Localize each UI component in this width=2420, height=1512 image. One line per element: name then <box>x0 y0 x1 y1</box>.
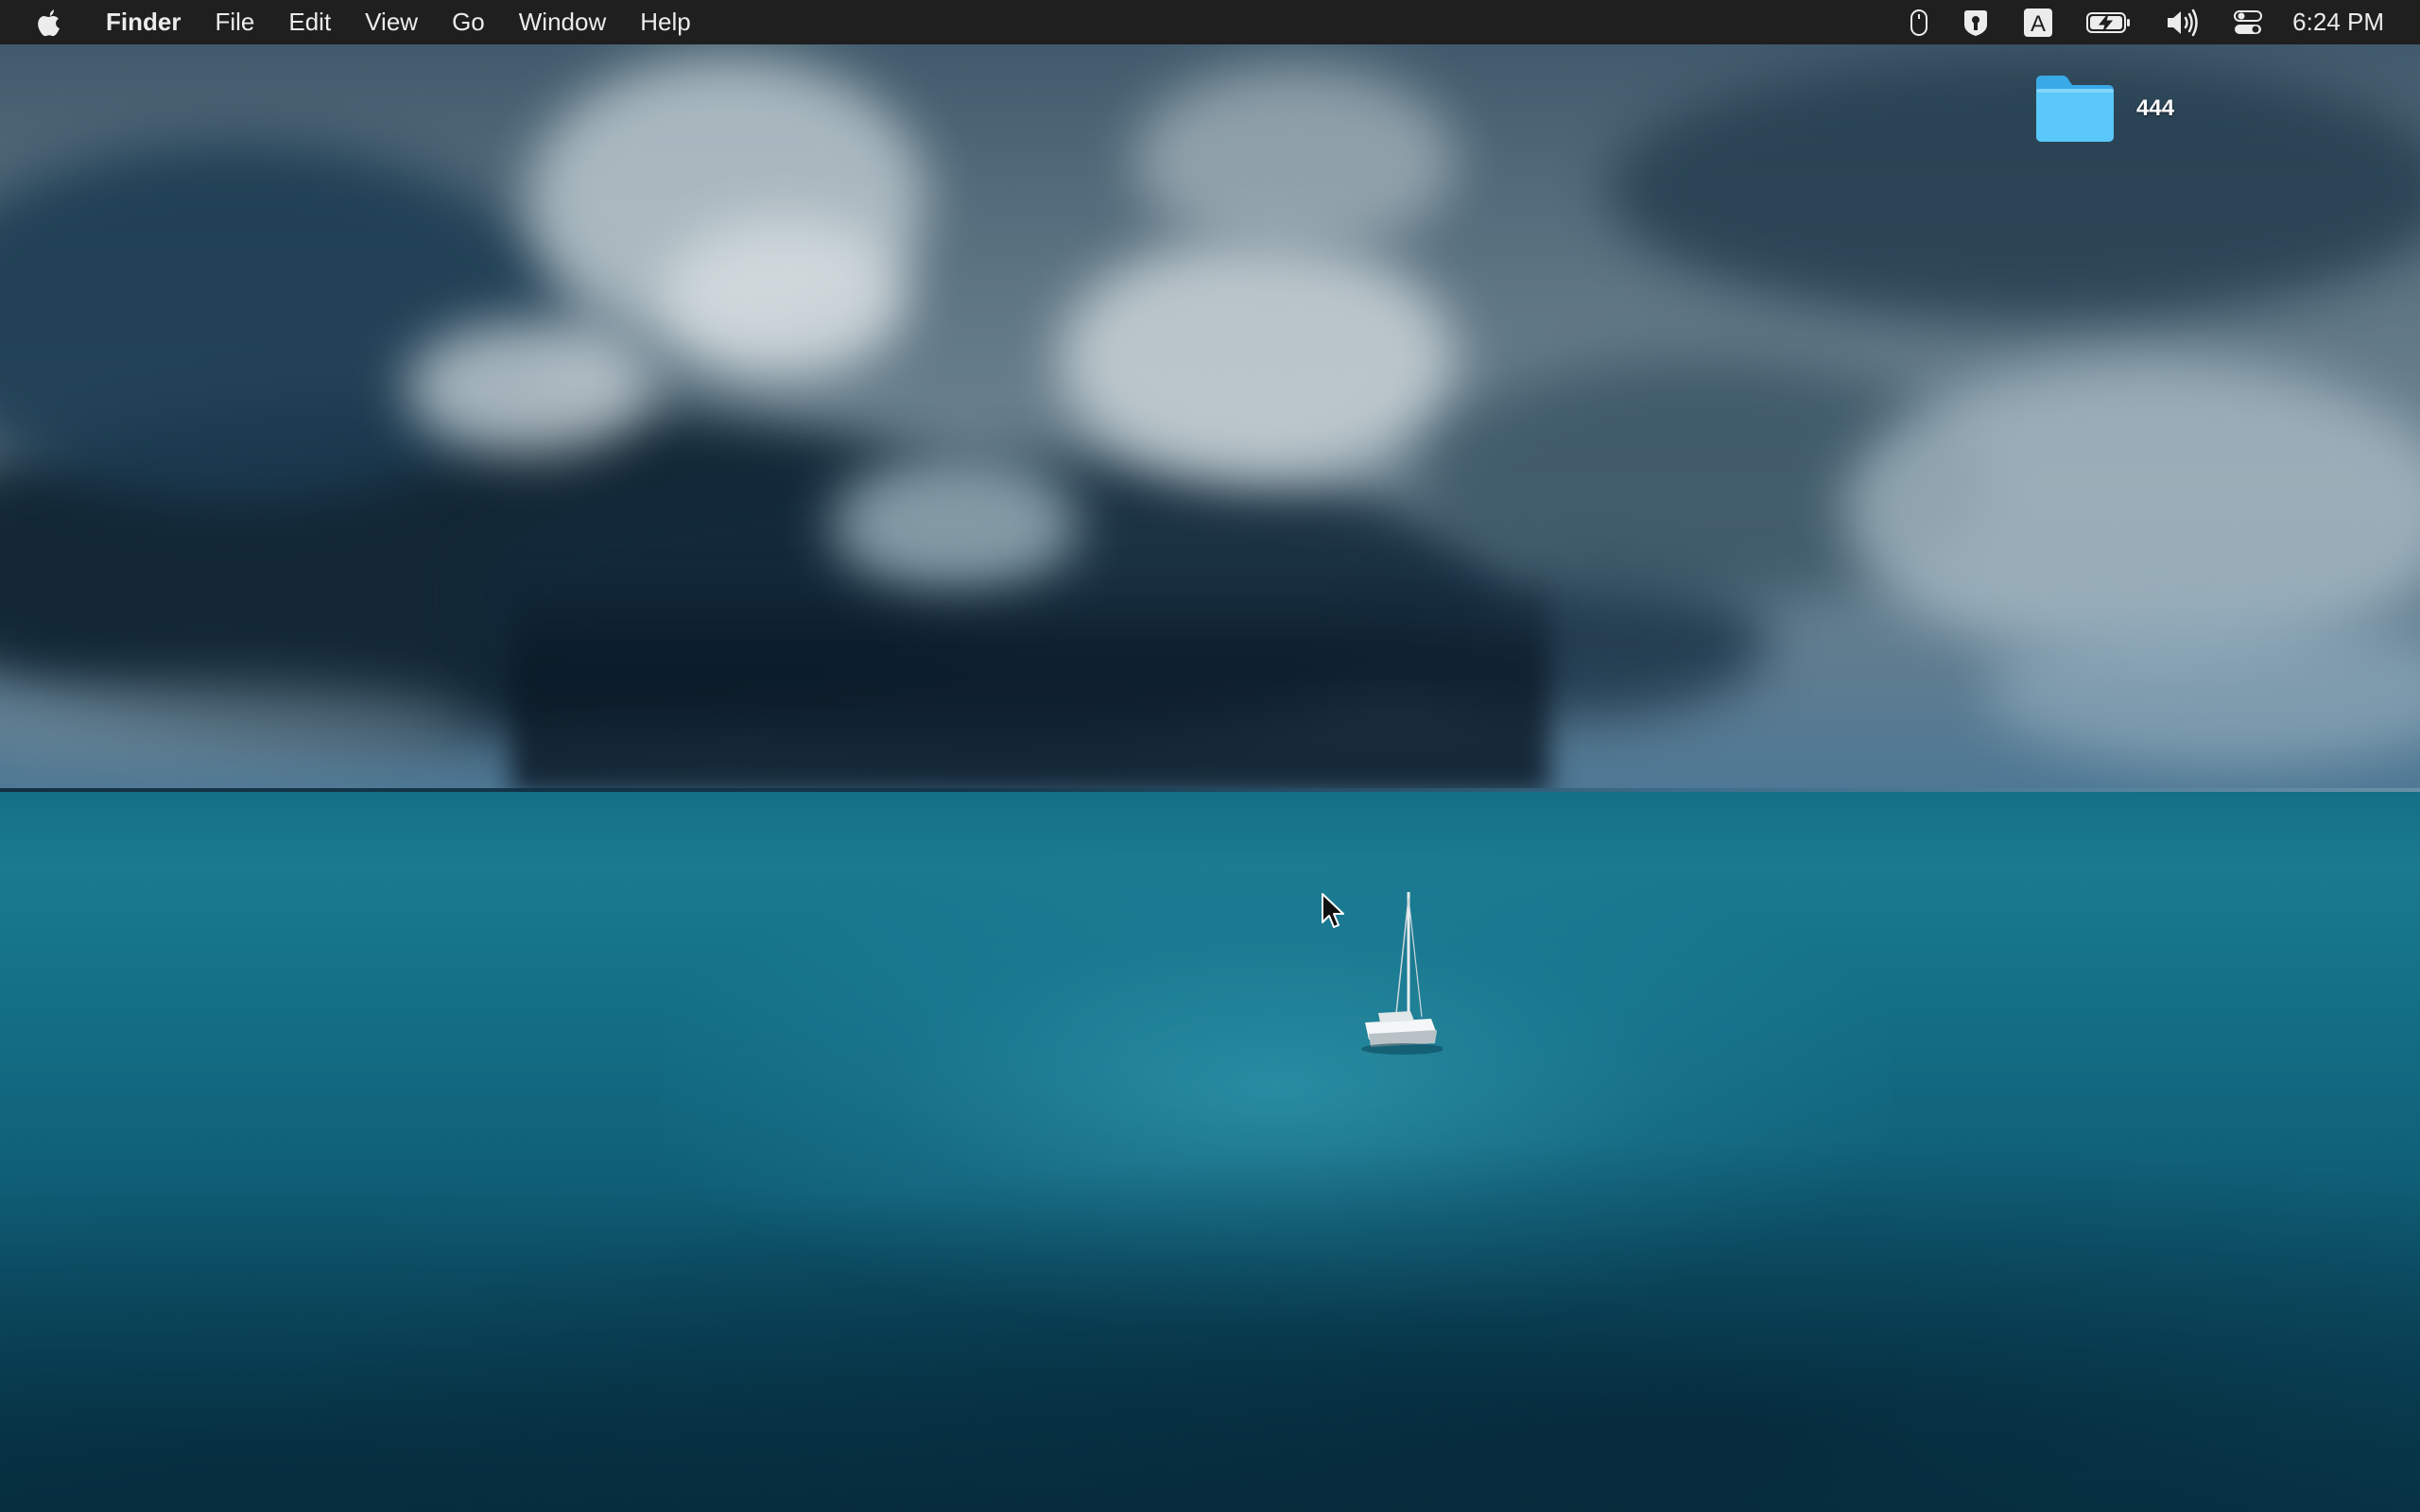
cloud <box>1607 57 2420 321</box>
mouse-icon[interactable] <box>1910 0 1928 44</box>
cloud <box>0 680 473 765</box>
desktop-folder-444[interactable]: 444 <box>2032 72 2174 146</box>
menu-edit[interactable]: Edit <box>271 0 348 44</box>
menu-window[interactable]: Window <box>502 0 623 44</box>
menu-file[interactable]: File <box>198 0 271 44</box>
menu-app-name[interactable]: Finder <box>91 0 198 44</box>
password-key-icon[interactable] <box>1961 0 1991 44</box>
sailboat <box>1361 892 1443 1055</box>
mouse-cursor-icon <box>1322 893 1344 928</box>
desktop[interactable]: 444 Finder File Edit View Go Window Help <box>0 0 2420 1512</box>
control-center-icon[interactable] <box>2233 0 2263 44</box>
cloud <box>1843 359 2420 662</box>
menu-help[interactable]: Help <box>623 0 707 44</box>
menu-bar-left: Finder File Edit View Go Window Help <box>0 0 708 44</box>
menu-go[interactable]: Go <box>435 0 502 44</box>
wallpaper <box>0 0 2420 1512</box>
cloud <box>406 321 652 454</box>
cloud <box>662 217 908 378</box>
menu-bar: Finder File Edit View Go Window Help A 6… <box>0 0 2420 44</box>
sea-shadow <box>0 1087 2420 1512</box>
menu-bar-right: A 6:24 PM <box>1893 0 2420 44</box>
cloud <box>1059 236 1456 482</box>
input-source-a-icon[interactable]: A <box>2023 0 2053 44</box>
input-source-letter: A <box>2031 11 2046 37</box>
folder-label: 444 <box>2136 95 2175 121</box>
cloud <box>1134 66 1456 255</box>
rain-curtain <box>510 567 1550 794</box>
menu-view[interactable]: View <box>348 0 435 44</box>
folder-icon <box>2036 76 2114 142</box>
volume-icon[interactable] <box>2165 0 2201 44</box>
menu-clock[interactable]: 6:24 PM <box>2292 8 2384 37</box>
battery-charging-icon[interactable] <box>2085 0 2133 44</box>
apple-logo-icon[interactable] <box>36 7 64 39</box>
